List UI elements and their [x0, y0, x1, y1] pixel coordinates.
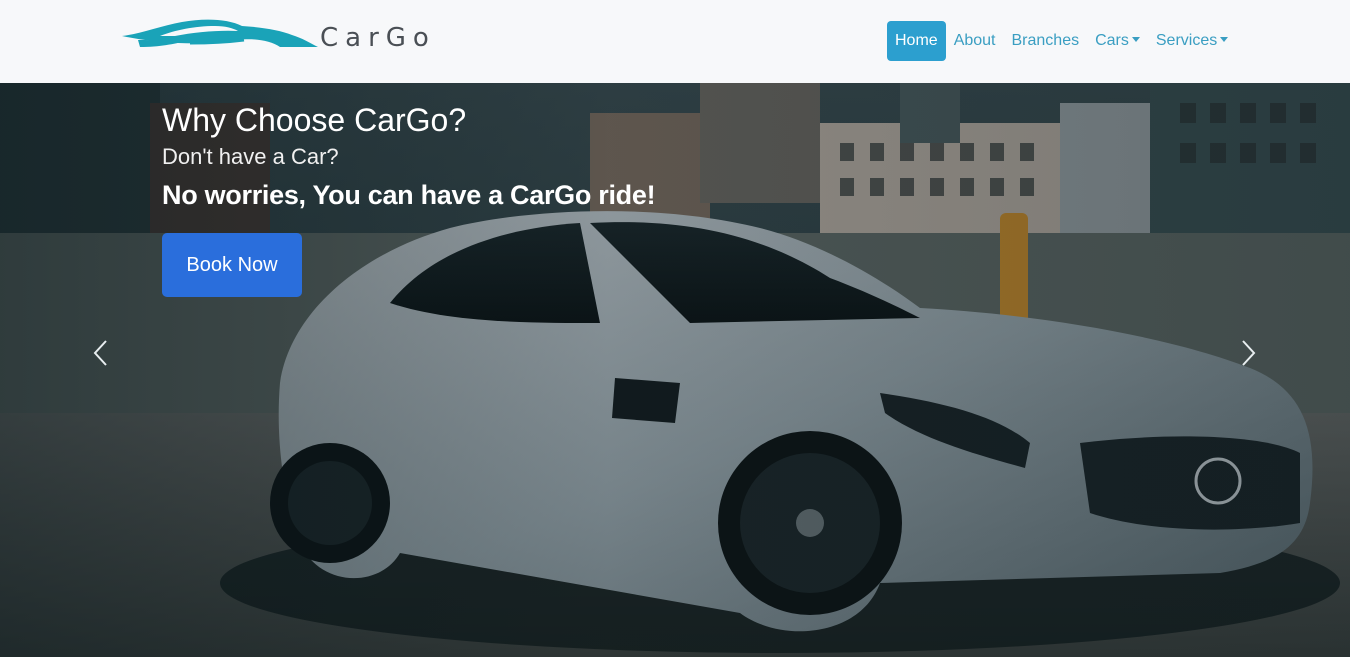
caret-down-icon	[1131, 37, 1140, 42]
hero-carousel: Why Choose CarGo? Don't have a Car? No w…	[0, 83, 1350, 657]
nav-home[interactable]: Home	[887, 21, 946, 61]
nav-cars-dropdown[interactable]: Cars	[1087, 21, 1148, 61]
brand-logo[interactable]: CarGo	[120, 14, 429, 62]
nav-services-dropdown[interactable]: Services	[1148, 21, 1236, 61]
caret-down-icon	[1220, 37, 1229, 42]
hero-caption: Why Choose CarGo? Don't have a Car? No w…	[162, 101, 656, 211]
nav-about[interactable]: About	[946, 21, 1004, 61]
carousel-next-button[interactable]	[1233, 338, 1263, 368]
chevron-right-icon	[1242, 340, 1256, 366]
nav-branches[interactable]: Branches	[1004, 21, 1088, 61]
navbar: CarGo Home About Branches Cars Services	[0, 0, 1350, 83]
nav-menu: Home About Branches Cars Services	[887, 21, 1236, 61]
hero-subtitle: Don't have a Car?	[162, 144, 339, 169]
book-now-button[interactable]: Book Now	[162, 233, 302, 297]
carousel-prev-button[interactable]	[86, 338, 116, 368]
hero-title: Why Choose CarGo?	[162, 102, 467, 138]
chevron-left-icon	[93, 340, 107, 366]
nav-services-label: Services	[1155, 32, 1218, 49]
brand-name: CarGo	[320, 23, 436, 53]
hero-tagline: No worries, You can have a CarGo ride!	[162, 180, 656, 210]
nav-cars-label: Cars	[1095, 32, 1129, 49]
car-logo-icon	[122, 19, 318, 47]
